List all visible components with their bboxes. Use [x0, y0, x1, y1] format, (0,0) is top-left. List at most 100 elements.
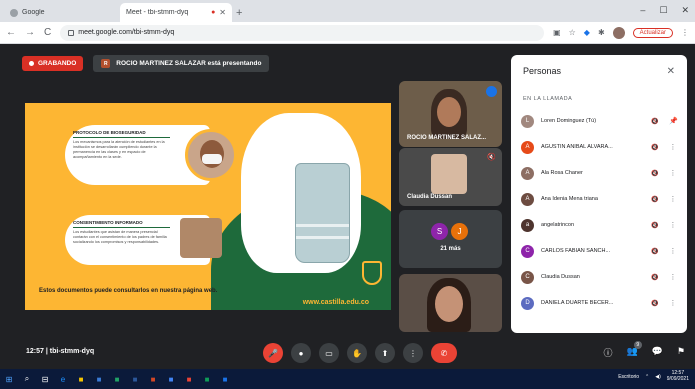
muted-mic-icon[interactable]: 🔇 — [648, 248, 662, 255]
muted-mic-icon[interactable]: 🔇 — [648, 300, 662, 307]
participant-row[interactable]: C CARLOS FABIAN SANCH... 🔇 ⋮ — [511, 238, 687, 264]
menu-icon[interactable]: ⋮ — [681, 28, 689, 37]
taskbar-app-icon[interactable]: ■ — [72, 369, 90, 389]
search-icon[interactable]: ⌕ — [18, 369, 36, 389]
more-options-icon[interactable]: ⋮ — [669, 299, 677, 307]
participant-row[interactable]: A Ana Idenia Mena triana 🔇 ⋮ — [511, 186, 687, 212]
more-options-icon[interactable]: ⋮ — [669, 195, 677, 203]
minimize-button[interactable]: – — [640, 5, 645, 16]
taskbar-app-icon[interactable]: ■ — [180, 369, 198, 389]
camera-icon[interactable]: ▣ — [553, 28, 561, 37]
meet-control-bar: 12:57 | tbi-stmm-dyq 🎤 ● ▭ ✋ ⬆ ⋮ ✆ ⓘ 👥 9… — [0, 337, 695, 369]
window-controls: – ☐ ✕ — [640, 5, 689, 16]
captions-button[interactable]: ▭ — [319, 343, 339, 363]
forward-button[interactable]: → — [25, 27, 35, 38]
reload-button[interactable]: C — [44, 27, 51, 38]
more-options-icon[interactable]: ⋮ — [669, 169, 677, 177]
muted-mic-icon[interactable]: 🔇 — [648, 196, 662, 203]
close-tab-icon[interactable]: ✕ — [219, 8, 226, 17]
more-options-button[interactable]: ⋮ — [403, 343, 423, 363]
puzzle-icon[interactable]: ✱ — [598, 28, 605, 37]
taskbar-app-icon[interactable]: ■ — [126, 369, 144, 389]
taskbar-app-icon[interactable]: ■ — [162, 369, 180, 389]
leave-call-button[interactable]: ✆ — [431, 343, 457, 363]
self-view-tile[interactable] — [399, 274, 502, 332]
people-button[interactable]: 👥 9 — [626, 341, 642, 359]
taskbar-app-icon[interactable]: ■ — [216, 369, 234, 389]
masked-girl-photo — [185, 129, 237, 181]
back-button[interactable]: ← — [6, 27, 16, 38]
taskbar-app-icon[interactable]: ■ — [108, 369, 126, 389]
windows-taskbar: ⊞ ⌕ ⊟ e ■ ■ ■ ■ ■ ■ ■ ■ ■ Escritorio ⌃ ◀) 12:57 9/… — [0, 369, 695, 389]
avatar: A — [521, 166, 534, 180]
meet-top-info: GRABANDO R ROCIO MARTINEZ SALAZAR está p… — [22, 55, 270, 72]
more-options-icon[interactable]: ⋮ — [669, 273, 677, 281]
participant-row[interactable]: A AGUSTIN ANIBAL ALVARA... 🔇 ⋮ — [511, 134, 687, 160]
more-participants-tile[interactable]: S J 21 más — [399, 210, 502, 268]
present-button[interactable]: ⬆ — [375, 343, 395, 363]
camera-toggle-button[interactable]: ● — [291, 343, 311, 363]
participant-row[interactable]: A Ala Rosa Chaner 🔇 ⋮ — [511, 160, 687, 186]
volume-icon[interactable]: ◀) — [655, 374, 661, 380]
muted-mic-icon[interactable]: 🔇 — [648, 222, 662, 229]
info-icon[interactable]: ⓘ — [603, 346, 612, 359]
participant-row[interactable]: C Claudia Dussan 🔇 ⋮ — [511, 264, 687, 290]
maximize-button[interactable]: ☐ — [659, 5, 667, 16]
participant-tile-claudia[interactable]: 🔇 Claudia Dussan — [399, 148, 502, 206]
chat-icon[interactable]: 💬 — [652, 346, 663, 359]
more-options-icon[interactable]: ⋮ — [669, 221, 677, 229]
activities-icon[interactable]: ⚑ — [677, 346, 685, 359]
avatar: J — [451, 223, 468, 240]
tray-label[interactable]: Escritorio — [618, 374, 639, 380]
participant-tile-presenter[interactable]: ROCIO MARTINEZ SALAZ... — [399, 81, 502, 147]
close-panel-button[interactable]: ✕ — [667, 66, 675, 77]
new-tab-button[interactable]: + — [236, 7, 242, 19]
browser-tab-bar: Google Meet - tbi-stmm-dyq ● ✕ + – ☐ ✕ — [0, 0, 695, 56]
people-list: L Loren Dominguez (Tú) 🔇 📌 A AGUSTIN ANIBAL A… — [511, 108, 687, 316]
towel-illustration — [295, 163, 350, 263]
profile-avatar[interactable] — [612, 26, 625, 39]
taskbar-app-icon[interactable]: ■ — [198, 369, 216, 389]
meeting-info: 12:57 | tbi-stmm-dyq — [26, 348, 94, 355]
avatar: D — [521, 296, 534, 310]
participant-face — [435, 286, 463, 322]
taskbar-app-icon[interactable]: e — [54, 369, 72, 389]
taskbar-app-icon[interactable]: ⊟ — [36, 369, 54, 389]
clock[interactable]: 12:57 9/09/2021 — [667, 370, 689, 382]
muted-mic-icon[interactable]: 🔇 — [648, 118, 662, 125]
slide-website: www.castilla.edu.co — [302, 299, 369, 306]
taskbar-app-icon[interactable]: ■ — [90, 369, 108, 389]
tab-meet[interactable]: Meet - tbi-stmm-dyq ● ✕ — [120, 3, 232, 56]
star-icon[interactable]: ☆ — [569, 28, 576, 37]
close-window-button[interactable]: ✕ — [681, 5, 689, 16]
extension-icon[interactable]: ◆ — [584, 28, 590, 37]
muted-mic-icon[interactable]: 🔇 — [648, 170, 662, 177]
recording-dot-icon: ● — [211, 9, 216, 16]
participant-row[interactable]: D DANIELA DUARTE BECER... 🔇 ⋮ — [511, 290, 687, 316]
more-options-icon[interactable]: ⋮ — [669, 143, 677, 151]
section-label: EN LA LLAMADA — [523, 96, 573, 102]
participant-face — [437, 97, 461, 127]
mic-toggle-button[interactable]: 🎤 — [263, 343, 283, 363]
lock-icon — [68, 29, 75, 36]
network-icon[interactable]: ⌃ — [645, 374, 649, 380]
participant-row[interactable]: a angelatrincon 🔇 ⋮ — [511, 212, 687, 238]
participant-name: angelatrincon — [541, 222, 575, 228]
more-options-icon[interactable]: ⋮ — [669, 247, 677, 255]
system-tray: Escritorio ⌃ ◀) 12:57 9/09/2021 — [618, 370, 689, 382]
url-input[interactable]: meet.google.com/tbi-stmm-dyq — [60, 24, 545, 41]
participant-row[interactable]: L Loren Dominguez (Tú) 🔇 📌 — [511, 108, 687, 134]
participant-name: Ala Rosa Chaner — [541, 170, 583, 176]
record-icon — [29, 61, 34, 66]
avatar: a — [521, 218, 534, 232]
more-count: 21 más — [440, 246, 461, 252]
raise-hand-button[interactable]: ✋ — [347, 343, 367, 363]
pin-icon[interactable]: 📌 — [669, 117, 678, 125]
tab-google[interactable]: Google — [4, 3, 116, 22]
taskbar-app-icon[interactable]: ■ — [144, 369, 162, 389]
start-button[interactable]: ⊞ — [0, 369, 18, 389]
muted-mic-icon[interactable]: 🔇 — [648, 274, 662, 281]
muted-mic-icon[interactable]: 🔇 — [648, 144, 662, 151]
side-controls: ⓘ 👥 9 💬 ⚑ — [603, 341, 685, 359]
update-button[interactable]: Actualizar — [632, 27, 673, 38]
